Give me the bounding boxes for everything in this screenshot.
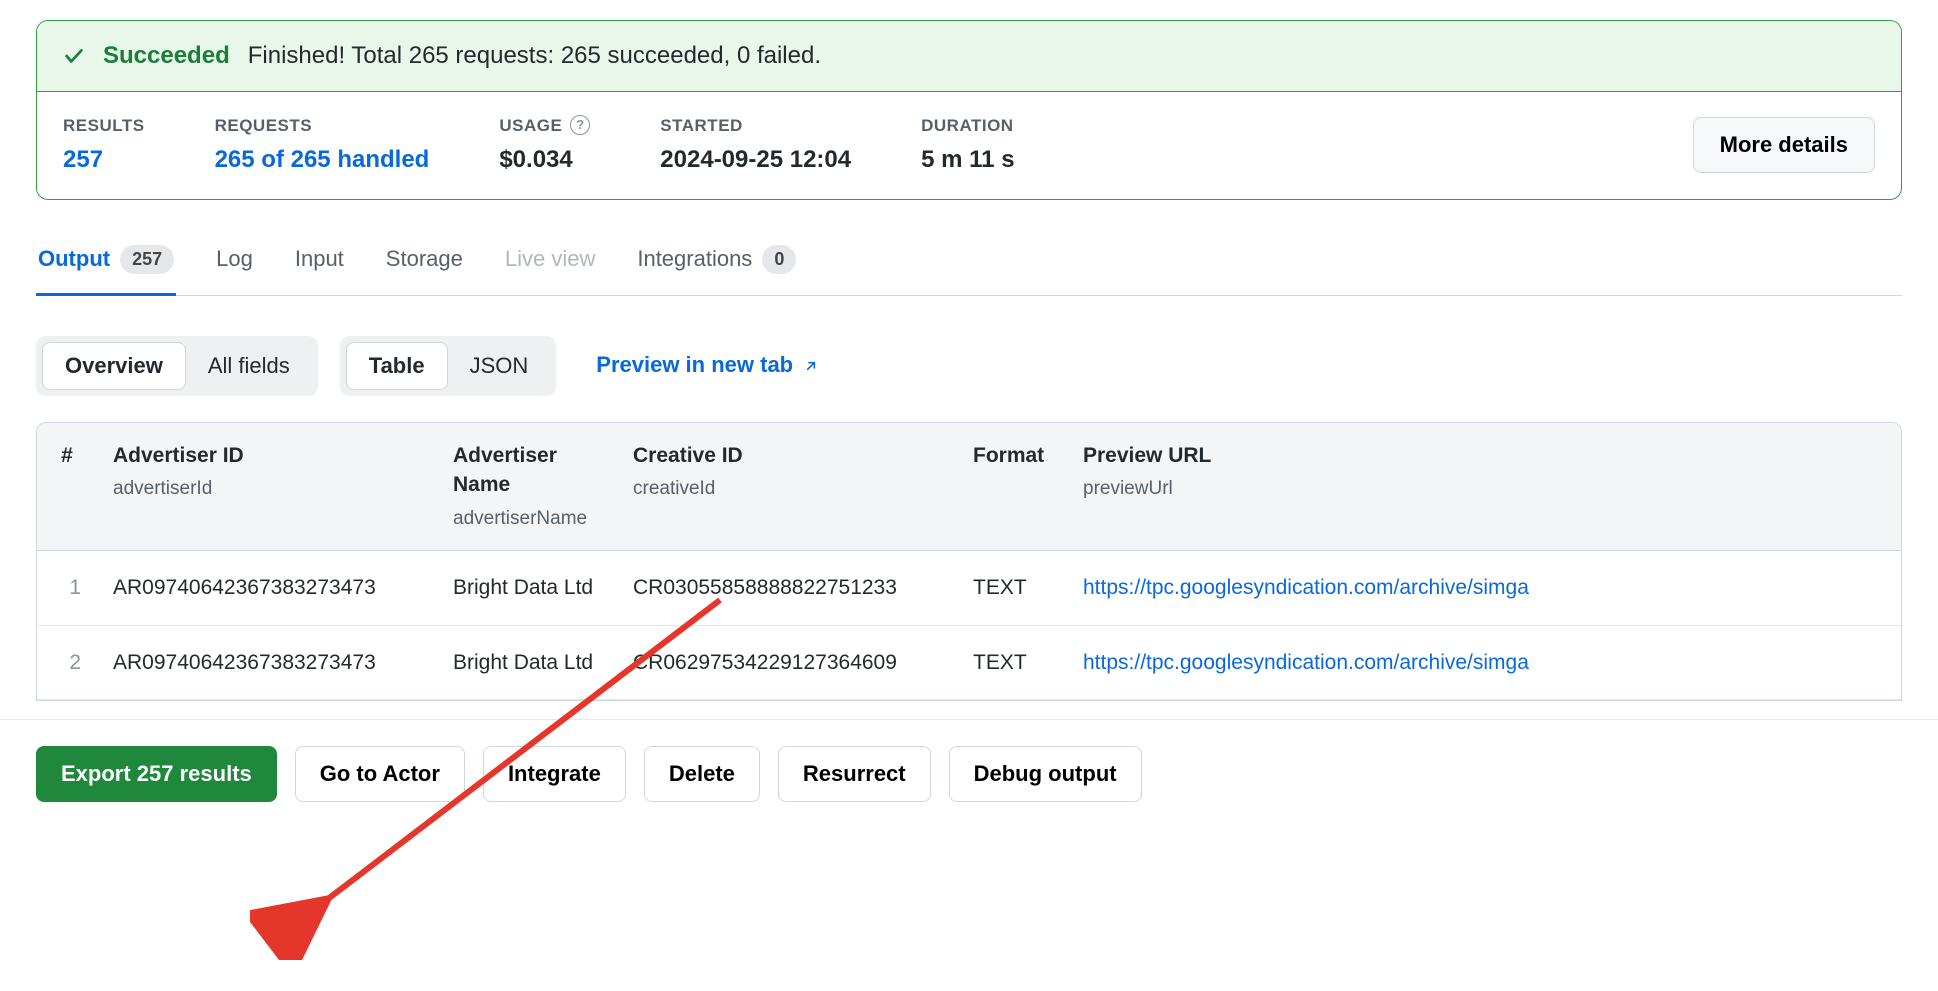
col-advertiser-name: Advertiser NameadvertiserName — [437, 423, 617, 551]
resurrect-button[interactable]: Resurrect — [778, 746, 931, 802]
status-banner: Succeeded Finished! Total 265 requests: … — [36, 20, 1902, 200]
stat-started: STARTED 2024-09-25 12:04 — [660, 114, 851, 177]
status-banner-header: Succeeded Finished! Total 265 requests: … — [37, 21, 1901, 92]
stat-requests: REQUESTS 265 of 265 handled — [215, 114, 430, 177]
cell-format: TEXT — [957, 625, 1067, 699]
col-format: Format — [957, 423, 1067, 551]
integrate-button[interactable]: Integrate — [483, 746, 626, 802]
cell-creative-id: CR03055858888822751233 — [617, 551, 957, 625]
view-segment: Table JSON — [340, 336, 557, 396]
delete-button[interactable]: Delete — [644, 746, 760, 802]
stat-results-value[interactable]: 257 — [63, 143, 145, 177]
cell-format: TEXT — [957, 551, 1067, 625]
tab-live-view: Live view — [503, 234, 597, 296]
cell-advertiser-name: Bright Data Ltd — [437, 551, 617, 625]
col-preview-url: Preview URLpreviewUrl — [1067, 423, 1901, 551]
tab-output-label: Output — [38, 244, 110, 275]
status-message: Finished! Total 265 requests: 265 succee… — [248, 39, 821, 73]
col-advertiser-id: Advertiser IDadvertiserId — [97, 423, 437, 551]
stat-started-value: 2024-09-25 12:04 — [660, 143, 851, 177]
status-label: Succeeded — [103, 39, 230, 73]
cell-preview-url: https://tpc.googlesyndication.com/archiv… — [1067, 551, 1901, 625]
question-icon[interactable]: ? — [570, 115, 590, 135]
stat-usage: USAGE? $0.034 — [499, 114, 590, 177]
tab-input[interactable]: Input — [293, 234, 346, 296]
json-toggle[interactable]: JSON — [448, 342, 551, 390]
table-row: 1AR09740642367383273473Bright Data LtdCR… — [37, 551, 1901, 625]
go-to-actor-button[interactable]: Go to Actor — [295, 746, 465, 802]
cell-creative-id: CR06297534229127364609 — [617, 625, 957, 699]
debug-output-button[interactable]: Debug output — [949, 746, 1142, 802]
stat-duration-value: 5 m 11 s — [921, 143, 1014, 177]
overview-toggle[interactable]: Overview — [42, 342, 186, 390]
col-index: # — [37, 423, 97, 551]
more-details-button[interactable]: More details — [1693, 117, 1875, 173]
check-icon — [63, 45, 85, 67]
cell-preview-url: https://tpc.googlesyndication.com/archiv… — [1067, 625, 1901, 699]
stat-usage-value: $0.034 — [499, 143, 590, 177]
cell-advertiser-id: AR09740642367383273473 — [97, 551, 437, 625]
tab-integrations-count: 0 — [762, 245, 796, 274]
output-controls: Overview All fields Table JSON Preview i… — [36, 336, 1902, 396]
tab-log[interactable]: Log — [214, 234, 255, 296]
export-button[interactable]: Export 257 results — [36, 746, 277, 802]
run-tabs: Output 257 Log Input Storage Live view I… — [36, 234, 1902, 296]
preview-url-link[interactable]: https://tpc.googlesyndication.com/archiv… — [1083, 576, 1529, 599]
preview-url-link[interactable]: https://tpc.googlesyndication.com/archiv… — [1083, 651, 1529, 674]
status-stats: RESULTS 257 REQUESTS 265 of 265 handled … — [37, 92, 1901, 199]
cell-index: 2 — [37, 625, 97, 699]
col-creative-id: Creative IDcreativeId — [617, 423, 957, 551]
tab-storage[interactable]: Storage — [384, 234, 465, 296]
action-bar: Export 257 results Go to Actor Integrate… — [0, 719, 1938, 828]
tab-integrations-label: Integrations — [637, 244, 752, 275]
cell-advertiser-name: Bright Data Ltd — [437, 625, 617, 699]
stat-usage-label: USAGE? — [499, 114, 590, 138]
table-row: 2AR09740642367383273473Bright Data LtdCR… — [37, 625, 1901, 699]
stat-duration: DURATION 5 m 11 s — [921, 114, 1014, 177]
results-table: # Advertiser IDadvertiserId Advertiser N… — [36, 422, 1902, 701]
stat-requests-value[interactable]: 265 of 265 handled — [215, 143, 430, 177]
all-fields-toggle[interactable]: All fields — [186, 342, 312, 390]
stat-requests-label: REQUESTS — [215, 114, 430, 138]
stat-started-label: STARTED — [660, 114, 851, 138]
preview-new-tab-label: Preview in new tab — [596, 350, 793, 381]
stat-results-label: RESULTS — [63, 114, 145, 138]
preview-new-tab-link[interactable]: Preview in new tab — [596, 350, 819, 381]
tab-integrations[interactable]: Integrations 0 — [635, 234, 798, 296]
fields-segment: Overview All fields — [36, 336, 318, 396]
cell-advertiser-id: AR09740642367383273473 — [97, 625, 437, 699]
stat-duration-label: DURATION — [921, 114, 1014, 138]
cell-index: 1 — [37, 551, 97, 625]
tab-output[interactable]: Output 257 — [36, 234, 176, 296]
stat-results: RESULTS 257 — [63, 114, 145, 177]
table-toggle[interactable]: Table — [346, 342, 448, 390]
tab-output-count: 257 — [120, 245, 174, 274]
external-link-icon — [803, 358, 819, 374]
